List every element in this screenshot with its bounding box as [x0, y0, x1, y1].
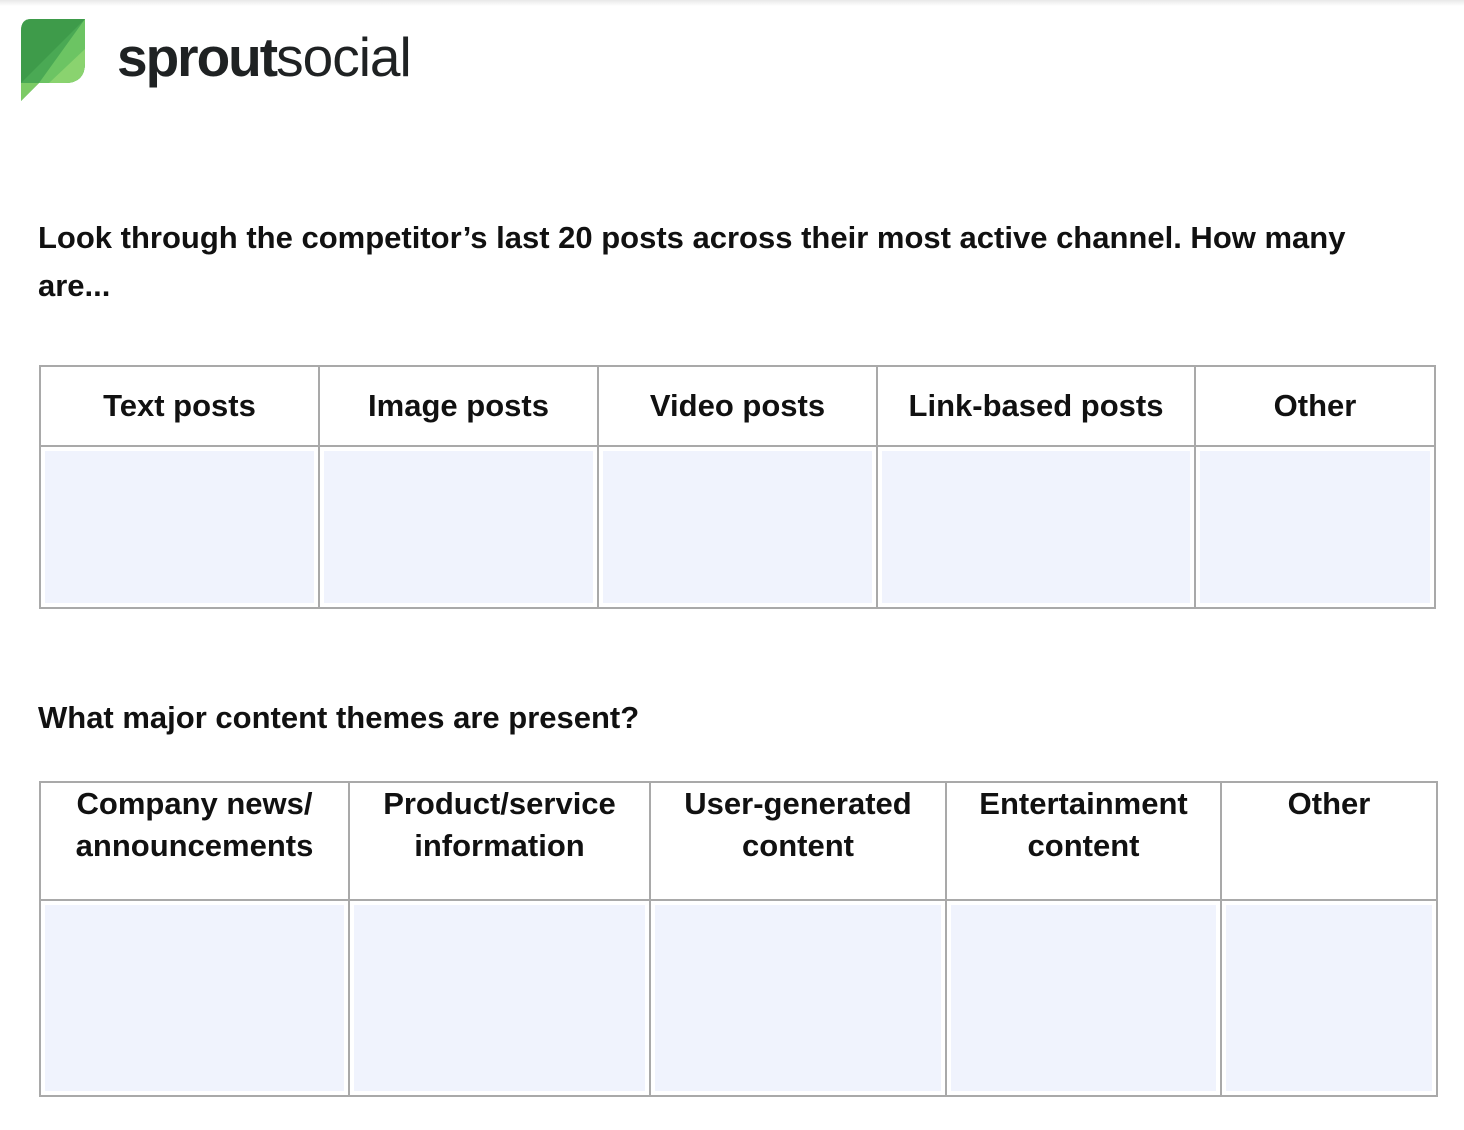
company-news-field[interactable] [45, 905, 344, 1091]
brand-logo [19, 19, 87, 103]
question-post-types: Look through the competitor’s last 20 po… [38, 220, 1346, 303]
column-header-ugc: User-generated content [649, 781, 947, 901]
column-header-other: Other [1194, 365, 1436, 447]
brand-wordmark: sproutsocial [117, 24, 412, 90]
column-header-text-posts: Text posts [39, 365, 320, 447]
column-header-entertainment: Entertainment content [945, 781, 1222, 901]
column-header-image-posts: Image posts [318, 365, 599, 447]
answer-cell [597, 445, 878, 609]
product-info-field[interactable] [354, 905, 645, 1091]
header-row: Text posts Image posts Video posts Link-… [39, 365, 1436, 447]
answer-cell [1194, 445, 1436, 609]
image-posts-field[interactable] [324, 451, 593, 603]
link-posts-field[interactable] [882, 451, 1190, 603]
answer-cell [39, 899, 350, 1097]
question-content-themes: What major content themes are present? [38, 700, 640, 735]
answer-cell [318, 445, 599, 609]
column-header-product-info: Product/service information [348, 781, 651, 901]
column-header-other: Other [1220, 781, 1438, 901]
column-header-company-news: Company news/ announcements [39, 781, 350, 901]
ugc-field[interactable] [655, 905, 941, 1091]
text-posts-field[interactable] [45, 451, 314, 603]
answer-cell [876, 445, 1196, 609]
column-header-link-posts: Link-based posts [876, 365, 1196, 447]
answer-row [39, 899, 1438, 1097]
other-theme-field[interactable] [1226, 905, 1432, 1091]
answer-cell [945, 899, 1222, 1097]
answer-cell [1220, 899, 1438, 1097]
post-types-table: Text posts Image posts Video posts Link-… [39, 365, 1436, 609]
top-shadow [0, 0, 1464, 6]
sprout-leaf-icon [21, 19, 85, 101]
column-header-video-posts: Video posts [597, 365, 878, 447]
entertainment-field[interactable] [951, 905, 1216, 1091]
other-posts-field[interactable] [1200, 451, 1430, 603]
answer-row [39, 445, 1436, 609]
answer-cell [649, 899, 947, 1097]
wordmark-light: social [276, 26, 412, 88]
header-row: Company news/ announcements Product/serv… [39, 781, 1438, 901]
wordmark-bold: sprout [117, 26, 278, 88]
content-themes-table: Company news/ announcements Product/serv… [39, 781, 1438, 1097]
video-posts-field[interactable] [603, 451, 872, 603]
answer-cell [348, 899, 651, 1097]
answer-cell [39, 445, 320, 609]
